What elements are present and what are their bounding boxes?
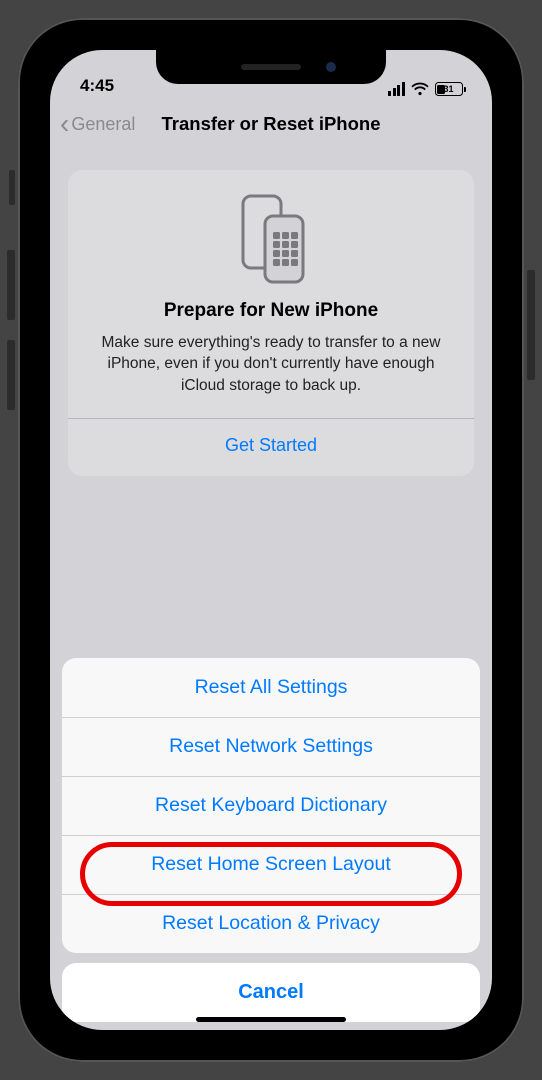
reset-network-settings-button[interactable]: Reset Network Settings [62,717,480,776]
screen: 4:45 31 [50,50,492,1030]
silence-switch [9,170,15,205]
back-label: General [71,114,135,135]
reset-location-privacy-button[interactable]: Reset Location & Privacy [62,894,480,953]
volume-down-button [7,340,15,410]
reset-home-screen-layout-button[interactable]: Reset Home Screen Layout [62,835,480,894]
prepare-card: Prepare for New iPhone Make sure everyth… [68,170,474,476]
front-camera [326,62,336,72]
status-time: 4:45 [80,76,114,96]
page-title: Transfer or Reset iPhone [162,113,381,135]
home-indicator[interactable] [196,1017,346,1022]
prepare-card-title: Prepare for New iPhone [90,300,452,322]
chevron-left-icon: ‹ [60,110,69,138]
prepare-card-description: Make sure everything's ready to transfer… [90,332,452,396]
cancel-button[interactable]: Cancel [62,963,480,1022]
status-right-cluster: 31 [388,82,466,96]
battery-percentage: 31 [443,84,453,94]
iphone-device-frame: 4:45 31 [0,0,542,1080]
action-sheet-options: Reset All Settings Reset Network Setting… [62,658,480,953]
earpiece-speaker [241,64,301,70]
notch [156,50,386,84]
main-content: Prepare for New iPhone Make sure everyth… [50,148,492,476]
phone-bezel: 4:45 31 [18,18,524,1062]
action-sheet: Reset All Settings Reset Network Setting… [62,658,480,1022]
volume-up-button [7,250,15,320]
reset-keyboard-dictionary-button[interactable]: Reset Keyboard Dictionary [62,776,480,835]
power-button [527,270,535,380]
wifi-icon [411,82,429,96]
get-started-button[interactable]: Get Started [90,419,452,464]
back-button[interactable]: ‹ General [60,110,135,138]
navigation-bar: ‹ General Transfer or Reset iPhone [50,100,492,148]
two-iphones-icon [231,194,311,286]
battery-indicator: 31 [435,82,467,96]
reset-all-settings-button[interactable]: Reset All Settings [62,658,480,717]
cellular-signal-icon [388,82,405,96]
